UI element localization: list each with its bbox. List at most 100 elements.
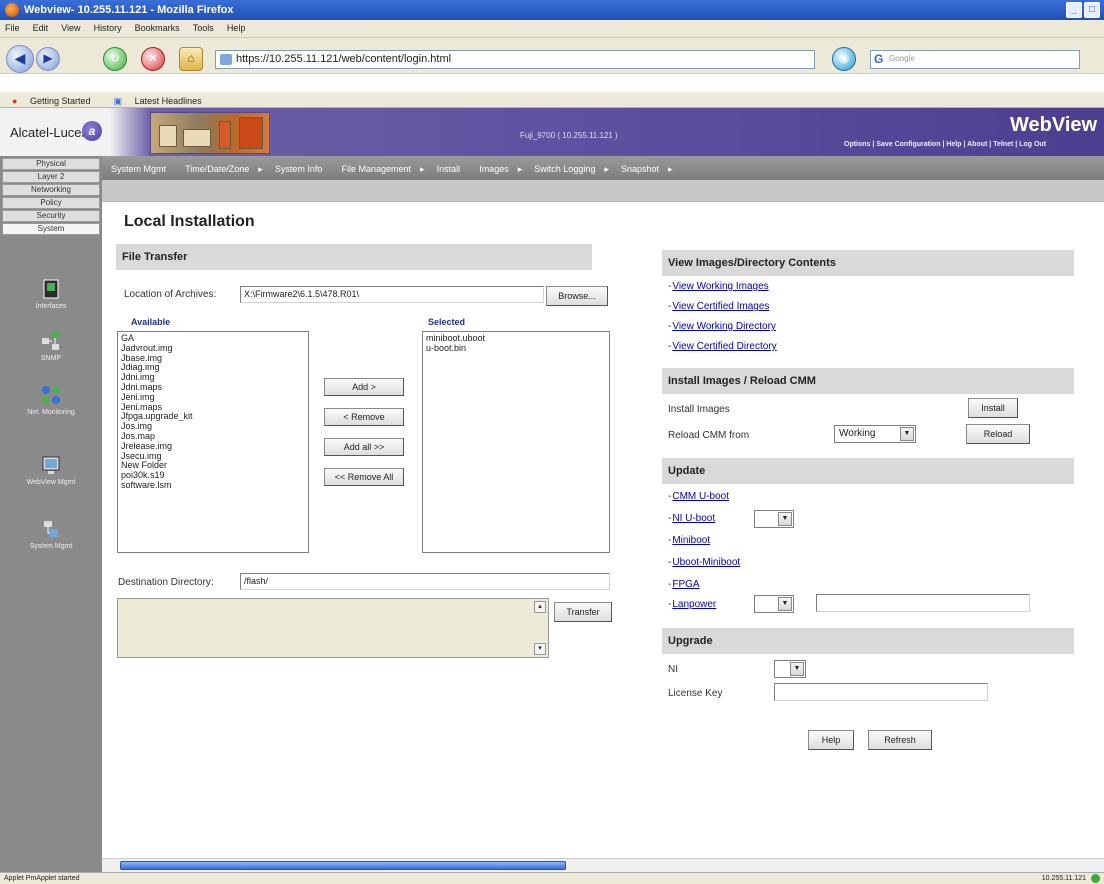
ni-uboot-link[interactable]: -NI U-boot — [668, 513, 715, 524]
sidebar-tab-layer-2[interactable]: Layer 2 — [2, 171, 100, 183]
selected-label: Selected — [428, 317, 466, 327]
transfer-button[interactable]: Transfer — [554, 602, 612, 622]
selected-list[interactable]: miniboot.uboot u-boot.bin — [422, 331, 610, 553]
sidebar — [0, 156, 102, 874]
scroll-down-icon[interactable]: ▾ — [534, 643, 546, 655]
menu-snapshot[interactable]: Snapshot — [612, 156, 666, 174]
menu-help[interactable]: Help — [222, 20, 251, 36]
menu-file[interactable]: File — [0, 20, 25, 36]
lanpower-input[interactable] — [816, 594, 1030, 612]
minimize-button[interactable]: _ — [1066, 2, 1082, 18]
maximize-button[interactable]: □ — [1084, 2, 1100, 18]
available-list-item[interactable]: software.lsm — [121, 480, 305, 491]
view-working-images-link[interactable]: -View Working Images — [668, 281, 769, 292]
menu-tools[interactable]: Tools — [188, 20, 219, 36]
bookmark-latest-headlines[interactable]: ▣ Latest Headlines — [102, 92, 210, 107]
view-certified-images-link[interactable]: -View Certified Images — [668, 301, 769, 312]
alcatel-lucent-logo-icon: a — [82, 121, 102, 141]
menu-images[interactable]: Images — [470, 156, 516, 174]
menu-switch-logging[interactable]: Switch Logging — [525, 156, 602, 174]
ni-uboot-select[interactable]: ▼ — [754, 510, 794, 528]
cmm-uboot-link[interactable]: -CMM U-boot — [668, 491, 729, 502]
miniboot-link[interactable]: -Miniboot — [668, 535, 710, 546]
lanpower-select[interactable]: ▼ — [754, 595, 794, 613]
window-title: Webview- 10.255.11.121 - Mozilla Firefox — [24, 4, 234, 16]
status-bar: Applet PmApplet started 10.255.11.121 — [0, 872, 1104, 884]
search-input[interactable]: G Google — [870, 50, 1080, 69]
sidebar-tab-physical[interactable]: Physical — [2, 158, 100, 170]
home-icon[interactable]: ⌂ — [179, 47, 203, 71]
update-header: Update — [662, 458, 1074, 484]
sidebar-tab-security[interactable]: Security — [2, 210, 100, 222]
menu-view[interactable]: View — [56, 20, 85, 36]
sidebar-tab-policy[interactable]: Policy — [2, 197, 100, 209]
help-button[interactable]: Help — [808, 730, 854, 750]
forward-icon[interactable]: ▶ — [36, 47, 60, 71]
firefox-icon — [5, 3, 19, 17]
sidebar-item-webview-mgmt[interactable]: WebView Mgmt — [2, 454, 100, 486]
install-button[interactable]: Install — [968, 398, 1018, 418]
sidebar-tab-networking[interactable]: Networking — [2, 184, 100, 196]
menu-edit[interactable]: Edit — [28, 20, 54, 36]
site-identity-icon[interactable] — [220, 54, 232, 65]
sidebar-tab-system[interactable]: System — [2, 223, 100, 235]
horizontal-scrollbar[interactable] — [102, 858, 1104, 872]
scroll-up-icon[interactable]: ▴ — [534, 601, 546, 613]
fpga-link[interactable]: -FPGA — [668, 579, 700, 590]
browser-menu-bar: File Edit View History Bookmarks Tools H… — [0, 20, 1104, 38]
back-icon[interactable]: ◀ — [6, 45, 34, 73]
menu-system-mgmt[interactable]: System Mgmt — [102, 156, 173, 174]
scrollbar-thumb[interactable] — [120, 861, 566, 870]
sidebar-item-snmp[interactable]: SNMP — [2, 330, 100, 362]
remove-all-button[interactable]: << Remove All — [324, 468, 404, 486]
header-links: Options | Save Configuration | Help | Ab… — [844, 141, 1046, 148]
reload-icon[interactable]: ↻ — [103, 47, 127, 71]
selected-list-item[interactable]: u-boot.bin — [426, 343, 606, 354]
link-save-configuration[interactable]: Save Configuration — [876, 141, 940, 148]
available-label: Available — [131, 317, 171, 327]
link-options[interactable]: Options — [844, 141, 870, 148]
menu-bookmarks[interactable]: Bookmarks — [130, 20, 185, 36]
link-about[interactable]: About — [967, 141, 987, 148]
reload-button[interactable]: Reload — [966, 424, 1030, 444]
link-log-out[interactable]: Log Out — [1019, 141, 1046, 148]
go-icon[interactable]: ◉ — [832, 47, 856, 71]
archives-input[interactable]: X:\Firmware2\6.1.5\478.R01\ — [240, 286, 544, 303]
available-list[interactable]: GA Jadvrout.img Jbase.img Jdiag.img Jdni.img… — [117, 331, 309, 553]
menu-file-management[interactable]: File Management — [332, 156, 418, 174]
link-help[interactable]: Help — [946, 141, 961, 148]
license-key-label: License Key — [668, 688, 723, 699]
license-key-input[interactable] — [774, 683, 988, 701]
stop-icon[interactable]: ✕ — [141, 47, 165, 71]
remove-button[interactable]: < Remove — [324, 408, 404, 426]
sidebar-item-system-mgmt[interactable]: System Mgmt — [2, 518, 100, 550]
link-telnet[interactable]: Telnet — [993, 141, 1013, 148]
menu-install[interactable]: Install — [428, 156, 468, 174]
view-working-directory-link[interactable]: -View Working Directory — [668, 321, 776, 332]
page-title: Local Installation — [124, 213, 255, 230]
reload-cmm-select[interactable]: Working ▼ — [834, 425, 916, 443]
add-all-button[interactable]: Add all >> — [324, 438, 404, 456]
transfer-output-area[interactable]: ▴ ▾ — [117, 598, 549, 658]
ni-select[interactable]: ▼ — [774, 660, 806, 678]
sidebar-item-net-monitoring[interactable]: Net. Monitoring — [2, 384, 100, 416]
browse-button[interactable]: Browse... — [546, 286, 608, 306]
alcatel-lucent-logo: Alcatel-Lucent — [10, 125, 93, 140]
url-bar[interactable]: https://10.255.11.121/web/content/login.… — [215, 50, 815, 69]
destination-label: Destination Directory: — [118, 577, 214, 588]
menu-time-date-zone[interactable]: Time/Date/Zone — [176, 156, 256, 174]
destination-input[interactable]: /flash/ — [240, 573, 610, 590]
menu-system-info[interactable]: System Info — [266, 156, 330, 174]
view-certified-directory-link[interactable]: -View Certified Directory — [668, 341, 777, 352]
reload-cmm-label: Reload CMM from — [668, 430, 750, 441]
status-text: Applet PmApplet started — [4, 875, 80, 882]
add-button[interactable]: Add > — [324, 378, 404, 396]
uboot-miniboot-link[interactable]: -Uboot-Miniboot — [668, 557, 740, 568]
bookmark-getting-started[interactable]: ● Getting Started — [0, 92, 99, 106]
refresh-button[interactable]: Refresh — [868, 730, 932, 750]
sidebar-item-interfaces[interactable]: Interfaces — [2, 278, 100, 310]
lanpower-link[interactable]: -Lanpower — [668, 599, 716, 610]
menu-history[interactable]: History — [89, 20, 127, 36]
banner-device-image — [150, 112, 270, 154]
install-images-label: Install Images — [668, 404, 730, 415]
